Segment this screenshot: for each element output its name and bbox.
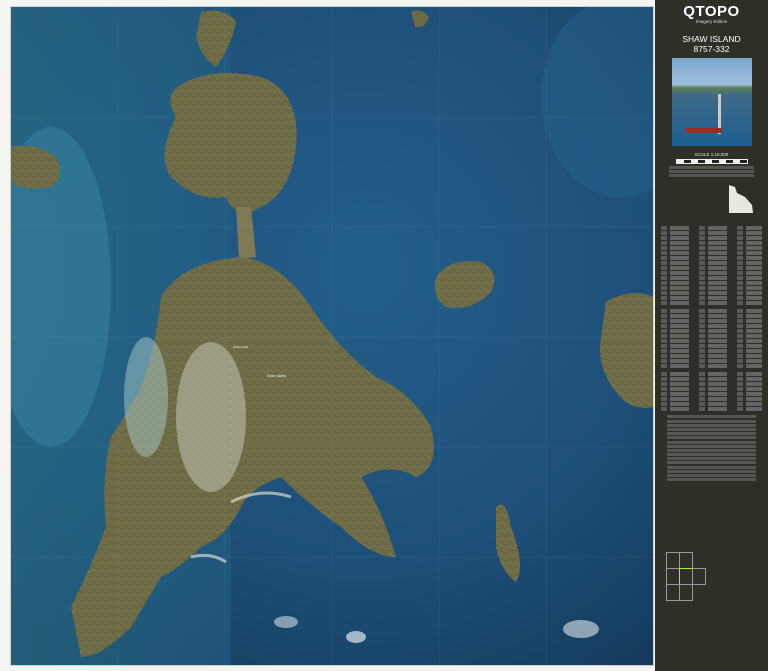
map-number: 8757-332 <box>693 44 730 54</box>
edition-subtitle: Imagery Edition <box>695 19 728 24</box>
queensland-outline-icon <box>729 185 753 214</box>
adjoining-sheets-index <box>666 552 706 601</box>
map-name: SHAW ISLAND <box>682 34 741 44</box>
ship-shape <box>686 128 722 133</box>
satellite-imagery[interactable] <box>11 7 653 665</box>
legend <box>661 226 762 482</box>
photo-thumbnail <box>672 58 752 146</box>
small-print <box>663 166 760 178</box>
shaw-island-label: Shaw Island <box>267 374 287 378</box>
map-frame[interactable]: Shaw Island Shaw Peak <box>10 6 654 666</box>
scale-bar <box>675 159 748 164</box>
shaw-peak-label: Shaw Peak <box>233 345 249 349</box>
scale-text: SCALE 1:10,000 <box>694 152 729 157</box>
map-title: SHAW ISLAND 8757-332 <box>655 34 768 54</box>
brand-title: QTOPO <box>683 3 740 20</box>
